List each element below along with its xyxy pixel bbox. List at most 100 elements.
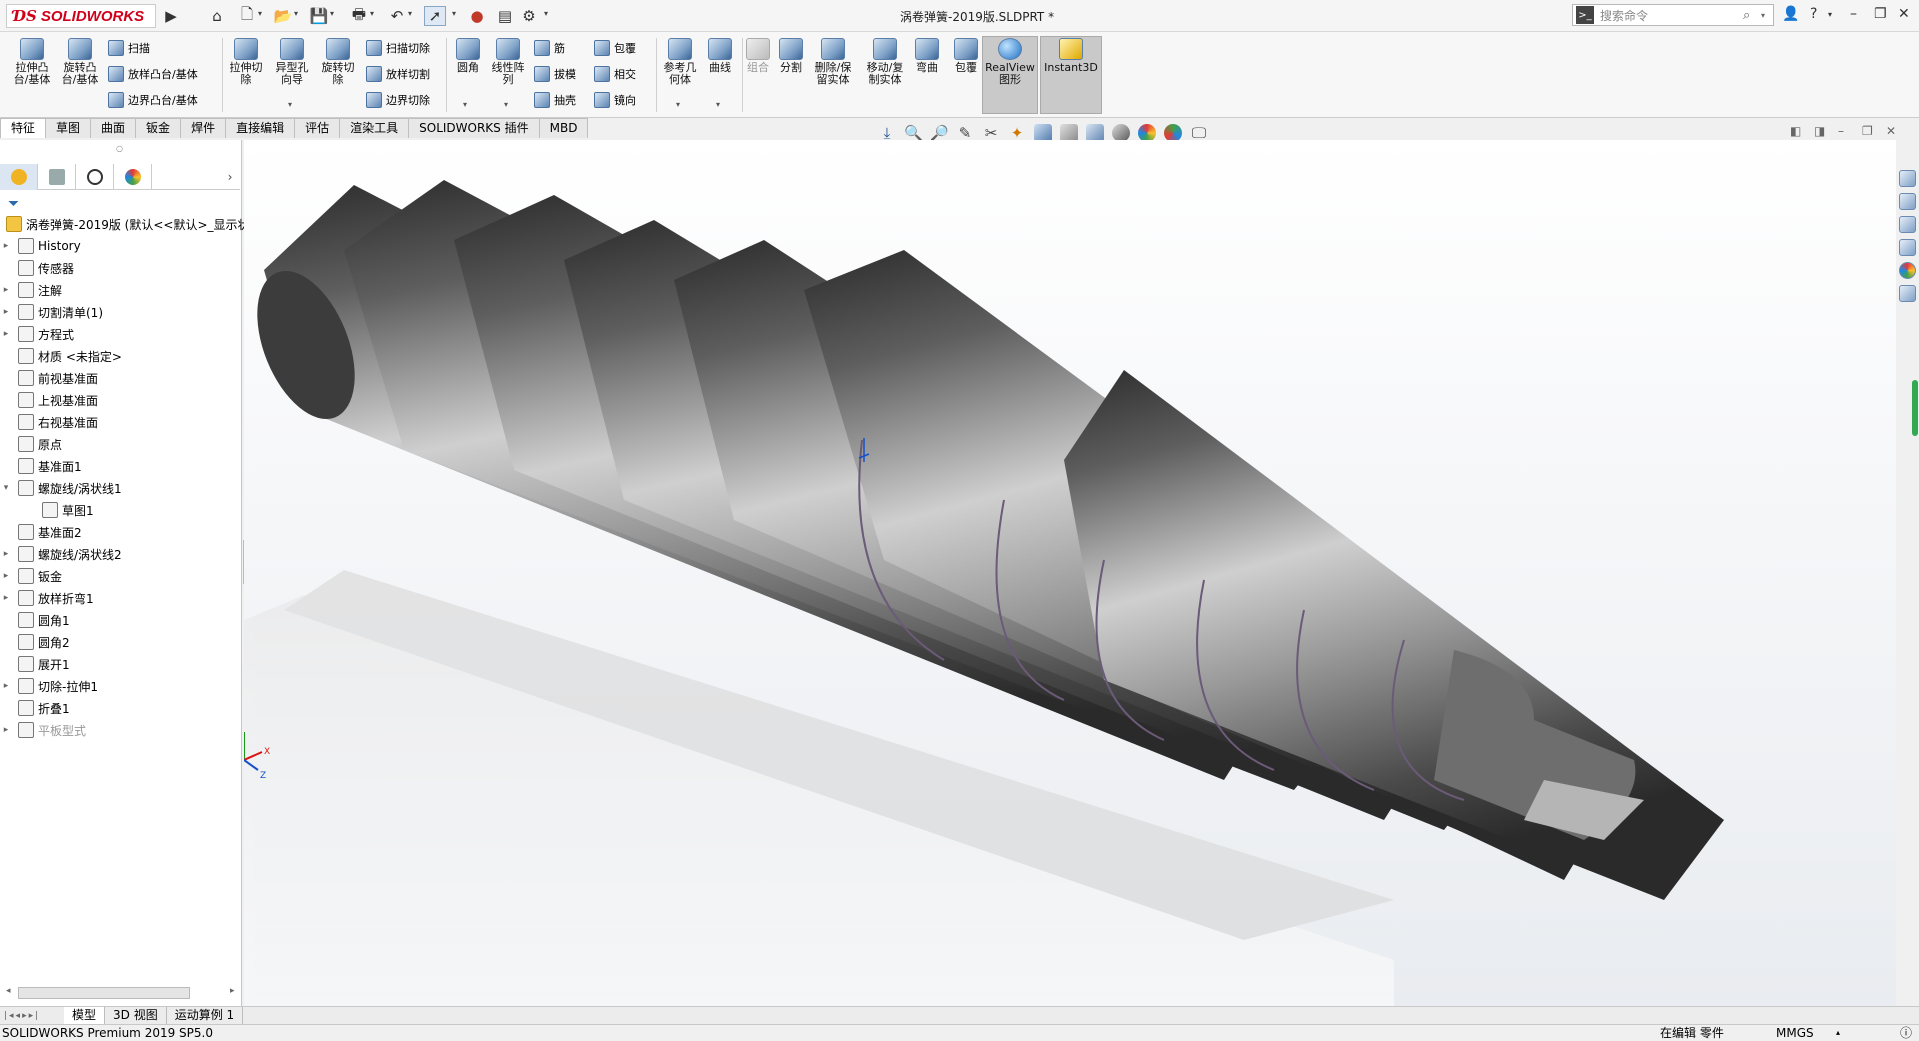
tab-3d-view[interactable]: 3D 视图	[105, 1006, 167, 1025]
task-pane-custom-properties-icon[interactable]	[1899, 285, 1916, 302]
tree-item[interactable]: ▸ 放样折弯1	[0, 587, 94, 609]
revolve-cut-button[interactable]: 旋转切 除	[316, 38, 360, 86]
expand-arrow-icon[interactable]: ▸	[0, 681, 12, 691]
select-icon[interactable]: ➚	[424, 6, 446, 26]
print-icon[interactable]: 🖶	[348, 5, 370, 26]
scroll-right-icon[interactable]: ▸	[230, 986, 235, 996]
tab-features[interactable]: 特征	[0, 118, 47, 138]
undo-dropdown-icon[interactable]: ▾	[408, 9, 412, 18]
expand-arrow-icon[interactable]: ▸	[0, 549, 12, 559]
file-properties-icon[interactable]: ▤	[494, 6, 516, 26]
tree-item[interactable]: 草图1	[0, 499, 94, 521]
tab-surfaces[interactable]: 曲面	[90, 118, 137, 138]
expand-arrow-icon[interactable]: ▸	[0, 285, 12, 295]
boundary-boss-button[interactable]: 边界凸台/基体	[108, 92, 198, 108]
tree-item[interactable]: ▸ 切割清单(1)	[0, 301, 103, 323]
feature-tree-hscrollbar[interactable]	[18, 987, 190, 999]
tab-render-tools[interactable]: 渲染工具	[339, 118, 410, 138]
search-icon[interactable]: ⌕	[1743, 8, 1761, 23]
graphics-area[interactable]: Y X Z	[244, 140, 1896, 1006]
scroll-left-icon[interactable]: ◂	[6, 986, 11, 996]
tree-item[interactable]: 材质 <未指定>	[0, 345, 122, 367]
viewport-tile-left-icon[interactable]: ◧	[1790, 124, 1801, 138]
help-dropdown-icon[interactable]: ▾	[1828, 10, 1832, 19]
expand-arrow-icon[interactable]: ▸	[0, 725, 12, 735]
home-icon[interactable]: ⌂	[206, 6, 228, 26]
tree-item[interactable]: ▸ 螺旋线/涡状线2	[0, 543, 122, 565]
task-pane-file-explorer-icon[interactable]	[1899, 216, 1916, 233]
tab-sheet-metal[interactable]: 钣金	[135, 118, 182, 138]
task-pane-design-library-icon[interactable]	[1899, 193, 1916, 210]
tree-item[interactable]: 圆角2	[0, 631, 70, 653]
save-icon[interactable]: 💾	[308, 6, 330, 26]
panel-grip-icon[interactable]: ○	[116, 144, 123, 153]
panel-expand-icon[interactable]: ›	[220, 164, 240, 189]
revolve-boss-button[interactable]: 旋转凸 台/基体	[58, 38, 102, 86]
close-window-icon[interactable]: ✕	[1898, 6, 1910, 22]
task-pane-home-icon[interactable]	[1899, 170, 1916, 187]
search-commands-field[interactable]: >_ 搜索命令 ⌕ ▾	[1572, 4, 1774, 26]
new-dropdown-icon[interactable]: ▾	[258, 9, 262, 18]
featuremanager-tab[interactable]	[0, 164, 38, 190]
viewport-restore-icon[interactable]: ❐	[1862, 124, 1873, 138]
status-units[interactable]: MMGS	[1776, 1025, 1814, 1041]
tree-item[interactable]: 折叠1	[0, 697, 70, 719]
tree-item[interactable]: 传感器	[0, 257, 74, 279]
split-button[interactable]: 分割	[776, 38, 806, 74]
realview-graphics-button[interactable]: RealView 图形	[984, 38, 1036, 86]
lofted-cut-button[interactable]: 放样切割	[366, 66, 430, 82]
tree-item[interactable]: 展开1	[0, 653, 70, 675]
filter-icon[interactable]: ⏷	[8, 196, 19, 212]
tree-item[interactable]: ▸ History	[0, 235, 81, 257]
tree-root-part[interactable]: 涡卷弹簧-2019版 (默认<<默认>_显示状	[0, 213, 250, 235]
move-copy-body-button[interactable]: 移动/复 制实体	[862, 38, 908, 86]
print-dropdown-icon[interactable]: ▾	[370, 9, 374, 18]
tree-item[interactable]: 基准面2	[0, 521, 82, 543]
tree-item[interactable]: ▾ 螺旋线/涡状线1	[0, 477, 122, 499]
configurationmanager-tab[interactable]	[76, 164, 114, 190]
solidworks-logo[interactable]: ƊS SOLIDWORKS	[6, 4, 156, 28]
tree-item[interactable]: 原点	[0, 433, 62, 455]
task-pane-scroll-indicator[interactable]	[1912, 380, 1918, 436]
tab-solidworks-addins[interactable]: SOLIDWORKS 插件	[408, 118, 540, 138]
options-dropdown-icon[interactable]: ▾	[544, 9, 548, 18]
tab-mbd[interactable]: MBD	[538, 118, 589, 138]
loft-boss-button[interactable]: 放样凸台/基体	[108, 66, 198, 82]
linear-pattern-dropdown-icon[interactable]: ▾	[504, 100, 508, 109]
sweep-button[interactable]: 扫描	[108, 40, 150, 56]
displaymanager-tab[interactable]	[114, 164, 152, 190]
mirror-button[interactable]: 镜向	[594, 92, 636, 108]
boundary-cut-button[interactable]: 边界切除	[366, 92, 430, 108]
collapse-arrow-icon[interactable]: ▾	[0, 483, 12, 493]
wrap-feature-button[interactable]: 包覆	[950, 38, 982, 74]
fillet-button[interactable]: 圆角	[450, 38, 486, 74]
tree-item[interactable]: ▸ 钣金	[0, 565, 62, 587]
open-icon[interactable]: 📂	[272, 6, 294, 26]
expand-arrow-icon[interactable]: ▸	[0, 241, 12, 251]
rebuild-icon[interactable]: ●	[466, 6, 488, 26]
units-dropdown-icon[interactable]: ▴	[1836, 1025, 1840, 1041]
linear-pattern-button[interactable]: 线性阵 列	[488, 38, 528, 86]
undo-icon[interactable]: ↶	[386, 6, 408, 26]
tab-weldments[interactable]: 焊件	[180, 118, 227, 138]
hole-wizard-button[interactable]: 异型孔 向导	[270, 38, 314, 86]
tree-item[interactable]: ▸ 平板型式	[0, 719, 86, 741]
tree-item[interactable]: 上视基准面	[0, 389, 98, 411]
instant3d-button[interactable]: Instant3D	[1042, 38, 1100, 74]
propertymanager-tab[interactable]	[38, 164, 76, 190]
options-gear-icon[interactable]: ⚙	[518, 6, 540, 26]
combine-button[interactable]: 组合	[744, 38, 772, 74]
tab-evaluate[interactable]: 评估	[294, 118, 341, 138]
reference-geometry-dropdown-icon[interactable]: ▾	[676, 100, 680, 109]
hole-wizard-dropdown-icon[interactable]: ▾	[288, 100, 292, 109]
tab-sketch[interactable]: 草图	[45, 118, 92, 138]
intersect-button[interactable]: 相交	[594, 66, 636, 82]
expand-arrow-icon[interactable]: ▸	[0, 307, 12, 317]
rib-button[interactable]: 筋	[534, 40, 565, 56]
new-document-icon[interactable]: 🗋	[236, 5, 258, 26]
tree-item[interactable]: 圆角1	[0, 609, 70, 631]
user-icon[interactable]: 👤	[1782, 6, 1799, 22]
save-dropdown-icon[interactable]: ▾	[330, 9, 334, 18]
minimize-window-icon[interactable]: –	[1850, 6, 1857, 22]
flex-button[interactable]: 弯曲	[912, 38, 942, 74]
